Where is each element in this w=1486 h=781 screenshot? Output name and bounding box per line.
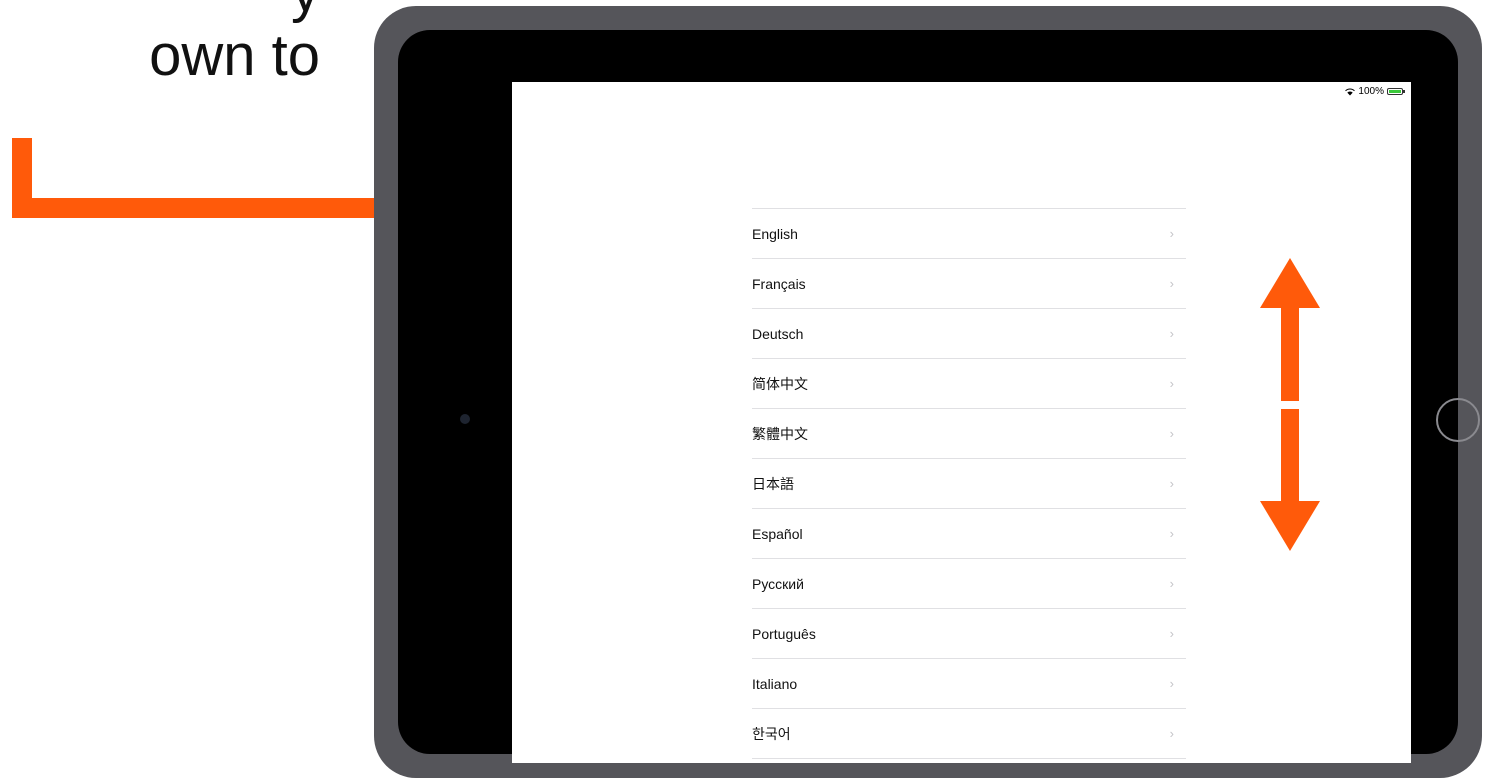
language-label: Español — [752, 525, 803, 542]
language-item-russian[interactable]: Русский › — [752, 559, 1186, 609]
battery-percentage: 100% — [1358, 86, 1384, 97]
chevron-right-icon: › — [1169, 626, 1174, 641]
chevron-right-icon: › — [1169, 326, 1174, 341]
language-item-english[interactable]: English › — [752, 209, 1186, 259]
language-label: English — [752, 225, 798, 242]
battery-icon — [1387, 88, 1405, 95]
language-label: Italiano — [752, 675, 798, 692]
instruction-caption: y own to — [0, 0, 320, 88]
language-item-deutsch[interactable]: Deutsch › — [752, 309, 1186, 359]
language-label: 简体中文 — [752, 375, 808, 392]
ipad-device-frame: 100% English › Français › Deutsch › 简体中文… — [374, 6, 1482, 778]
wifi-icon — [1345, 88, 1356, 95]
chevron-right-icon: › — [1169, 426, 1174, 441]
language-item-korean[interactable]: 한국어 › — [752, 709, 1186, 759]
language-label: Português — [752, 625, 816, 642]
front-camera-icon — [460, 414, 470, 424]
language-label: 日本語 — [752, 475, 794, 492]
scroll-down-arrow-icon — [1260, 501, 1320, 551]
chevron-right-icon: › — [1169, 376, 1174, 391]
chevron-right-icon: › — [1169, 476, 1174, 491]
chevron-right-icon: › — [1169, 576, 1174, 591]
language-item-italian[interactable]: Italiano › — [752, 659, 1186, 709]
caption-line-1: y — [0, 0, 320, 24]
chevron-right-icon: › — [1169, 226, 1174, 241]
chevron-right-icon: › — [1169, 676, 1174, 691]
language-item-francais[interactable]: Français › — [752, 259, 1186, 309]
language-item-japanese[interactable]: 日本語 › — [752, 459, 1186, 509]
language-item-spanish[interactable]: Español › — [752, 509, 1186, 559]
home-button[interactable] — [1436, 398, 1480, 442]
chevron-right-icon: › — [1169, 726, 1174, 741]
language-label: 繁體中文 — [752, 425, 808, 442]
scroll-up-arrow-shaft — [1281, 305, 1299, 401]
language-item-simplified-chinese[interactable]: 简体中文 › — [752, 359, 1186, 409]
chevron-right-icon: › — [1169, 526, 1174, 541]
language-item-portuguese[interactable]: Português › — [752, 609, 1186, 659]
language-label: Deutsch — [752, 325, 804, 342]
status-bar: 100% — [1345, 86, 1405, 97]
language-list: English › Français › Deutsch › 简体中文 › 繁體… — [752, 208, 1186, 759]
caption-line-2: own to — [149, 23, 320, 88]
language-label: Русский — [752, 575, 804, 592]
ipad-screen: 100% English › Français › Deutsch › 简体中文… — [512, 82, 1411, 763]
language-label: Français — [752, 275, 806, 292]
scroll-up-arrow-icon — [1260, 258, 1320, 308]
language-label: 한국어 — [752, 725, 791, 742]
scroll-down-arrow-shaft — [1281, 409, 1299, 503]
ipad-bezel: 100% English › Français › Deutsch › 简体中文… — [398, 30, 1480, 763]
language-item-traditional-chinese[interactable]: 繁體中文 › — [752, 409, 1186, 459]
chevron-right-icon: › — [1169, 276, 1174, 291]
